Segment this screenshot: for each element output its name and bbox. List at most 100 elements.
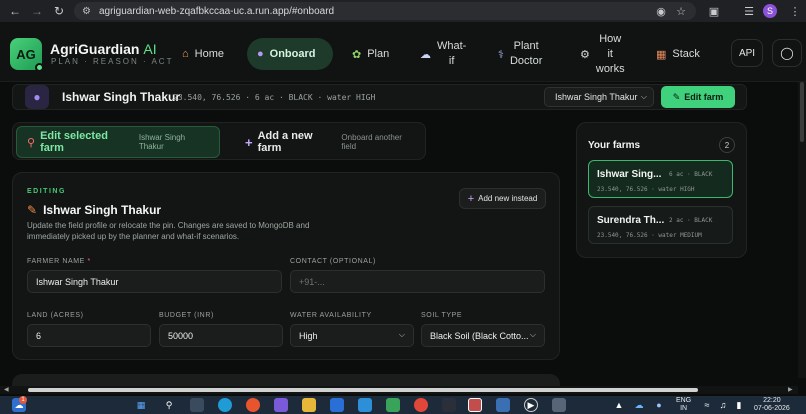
land-input[interactable]: 6	[27, 324, 151, 347]
add-new-instead-button[interactable]: + Add new instead	[459, 188, 546, 209]
language-indicator[interactable]: ENG IN	[676, 397, 691, 413]
editing-label: EDITING	[27, 188, 66, 195]
pin-icon: ⚲	[27, 136, 36, 149]
extensions-icon[interactable]: ▣	[705, 2, 723, 20]
soil-select[interactable]: Black Soil (Black Cotto... ⌵	[421, 324, 545, 347]
house-icon: ⌂	[182, 48, 189, 60]
stethoscope-icon: ⚕	[498, 48, 504, 61]
pencil-icon: ✎	[672, 91, 681, 102]
chevron-down-icon: ⌵	[398, 330, 405, 339]
current-farm-meta: 23.540, 76.526 · 6 ac · BLACK · water HI…	[173, 93, 376, 102]
brand-tagline: PLAN · REASON · ACT	[51, 57, 174, 66]
nav-how-it-works[interactable]: ⚙ How it works	[570, 30, 635, 78]
chevron-down-icon: ⌵	[640, 92, 647, 101]
sprout-icon: ✿	[352, 48, 362, 61]
volume-icon[interactable]: ♫	[716, 398, 730, 412]
app-icon[interactable]	[358, 398, 372, 412]
app-icon[interactable]	[274, 398, 288, 412]
soil-label: SOIL TYPE	[421, 312, 463, 319]
github-icon[interactable]: ◯	[772, 39, 802, 67]
forward-icon[interactable]: →	[26, 0, 48, 22]
media-icon[interactable]: ☰	[740, 2, 758, 20]
url-text: agriguardian-web-zqafbkccaa-uc.a.run.app…	[98, 5, 335, 17]
your-farms-title: Your farms	[588, 140, 641, 151]
edit-farm-button[interactable]: ✎ Edit farm	[661, 86, 735, 108]
water-label: WATER AVAILABILITY	[290, 312, 372, 319]
app-tray-icon[interactable]: ●	[652, 398, 666, 412]
nav-stack[interactable]: ▦ Stack	[646, 38, 710, 70]
edge-icon[interactable]	[218, 398, 232, 412]
farm-list-item[interactable]: Surendra Th... 2 ac · BLACK 23.540, 76.5…	[588, 206, 733, 244]
farmer-name-input[interactable]: Ishwar Singh Thakur	[27, 270, 282, 293]
search-icon[interactable]: ⚲	[162, 398, 176, 412]
land-label: LAND (ACRES)	[27, 312, 84, 319]
location-icon[interactable]: ◉	[652, 2, 670, 20]
budget-label: BUDGET (INR)	[159, 312, 214, 319]
scroll-left-icon[interactable]: ◀	[4, 386, 9, 393]
plus-icon: +	[467, 192, 475, 205]
profile-avatar[interactable]: S	[763, 4, 777, 18]
address-bar[interactable]: ⚙ agriguardian-web-zqafbkccaa-uc.a.run.a…	[74, 2, 696, 20]
os-taskbar: ☁ 1 ▦ ⚲ ▶ ▲ ☁ ● ENG IN ≈ ♫ ▮ 22:20 07-06-2…	[0, 396, 806, 414]
pencil-icon: ✎	[27, 203, 38, 217]
chevron-down-icon: ⌵	[529, 330, 536, 339]
water-select[interactable]: High ⌵	[290, 324, 414, 347]
api-button[interactable]: API	[731, 39, 763, 67]
app-icon[interactable]	[552, 398, 566, 412]
app-icon[interactable]	[496, 398, 510, 412]
star-icon[interactable]: ☆	[672, 2, 690, 20]
next-section-card	[12, 374, 560, 386]
farmer-name-label: FARMER NAME *	[27, 258, 91, 265]
current-farm-name: Ishwar Singh Thakur	[62, 90, 181, 104]
form-title: ✎ Ishwar Singh Thakur	[27, 203, 162, 217]
back-icon[interactable]: ←	[4, 0, 26, 22]
contact-input[interactable]: +91-...	[290, 270, 545, 293]
chrome-icon[interactable]	[414, 398, 428, 412]
nav-plan[interactable]: ✿ Plan	[342, 38, 399, 70]
stack-icon: ▦	[656, 48, 667, 61]
horizontal-scrollbar[interactable]: ◀ ▶	[0, 386, 798, 394]
menu-icon[interactable]: ⋮	[786, 2, 804, 20]
tab-edit-selected-farm[interactable]: ⚲ Edit selected farm Ishwar Singh Thakur	[16, 126, 220, 158]
wifi-icon[interactable]: ≈	[700, 398, 714, 412]
nav-onboard[interactable]: ● Onboard	[247, 38, 333, 70]
nav-home[interactable]: ⌂ Home	[172, 38, 234, 70]
battery-icon[interactable]: ▮	[732, 398, 746, 412]
vertical-scrollbar[interactable]	[798, 82, 806, 378]
brand-name[interactable]: AgriGuardian AI	[50, 41, 157, 57]
browser-toolbar: ← → ↻ ⚙ agriguardian-web-zqafbkccaa-uc.a…	[0, 0, 806, 22]
budget-input[interactable]: 50000	[159, 324, 283, 347]
nav-plant-doctor[interactable]: ⚕ Plant Doctor	[488, 38, 552, 70]
person-icon: ●	[257, 48, 264, 60]
plus-icon: +	[245, 134, 253, 150]
clock[interactable]: 22:20 07-06-2026	[754, 397, 790, 413]
start-icon[interactable]: ▦	[134, 398, 148, 412]
current-farm-strip: ● Ishwar Singh Thakur 23.540, 76.526 · 6…	[12, 84, 747, 110]
scrollbar-thumb[interactable]	[800, 82, 804, 142]
cloud-icon[interactable]: ☁	[632, 398, 646, 412]
taskview-icon[interactable]	[190, 398, 204, 412]
farmer-avatar-icon: ●	[25, 85, 49, 109]
app-icon[interactable]	[330, 398, 344, 412]
tab-add-new-farm[interactable]: + Add a new farm Onboard another field	[235, 126, 423, 158]
app-icon[interactable]	[246, 398, 260, 412]
reload-icon[interactable]: ↻	[48, 0, 70, 22]
media-icon[interactable]: ▶	[524, 398, 538, 412]
app-header: AG AgriGuardian AI PLAN · REASON · ACT ⌂…	[0, 22, 806, 82]
mode-selector: ⚲ Edit selected farm Ishwar Singh Thakur…	[12, 122, 426, 160]
scroll-right-icon[interactable]: ▶	[788, 386, 793, 393]
logo-status-dot	[35, 63, 44, 72]
app-icon[interactable]	[386, 398, 400, 412]
app-icon[interactable]	[442, 398, 456, 412]
site-info-icon[interactable]: ⚙	[82, 6, 91, 17]
tray-chevron-icon[interactable]: ▲	[612, 398, 626, 412]
farm-list-item[interactable]: Ishwar Sing... 6 ac · BLACK 23.540, 76.5…	[588, 160, 733, 198]
form-description: Update the field profile or relocate the…	[27, 221, 310, 241]
contact-label: CONTACT (OPTIONAL)	[290, 258, 376, 265]
scrollbar-thumb[interactable]	[28, 388, 698, 392]
folder-icon[interactable]	[302, 398, 316, 412]
app-icon[interactable]	[468, 398, 482, 412]
farm-count-badge: 2	[719, 137, 735, 153]
nav-what-if[interactable]: ☁ What-if	[410, 38, 476, 70]
farm-select-dropdown[interactable]: Ishwar Singh Thakur ⌵	[544, 87, 654, 107]
